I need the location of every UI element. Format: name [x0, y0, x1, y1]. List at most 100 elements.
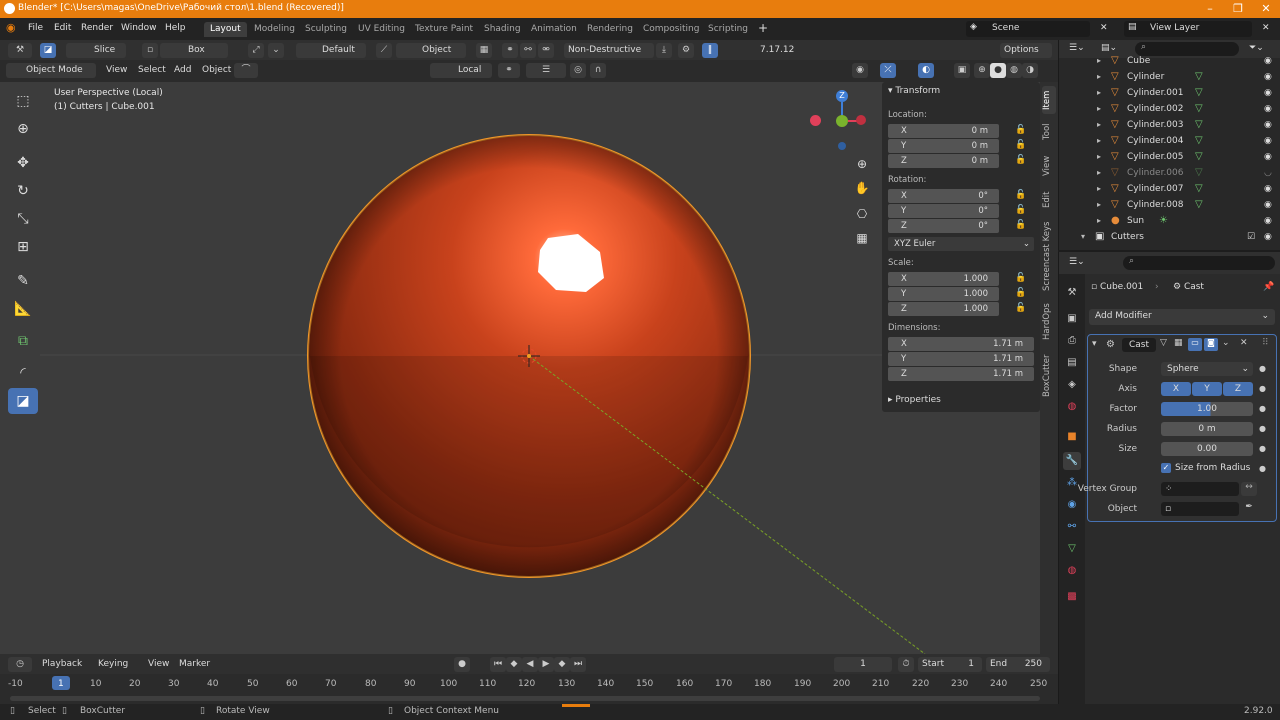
- clock-icon[interactable]: ◷: [8, 657, 32, 672]
- axis-x-toggle[interactable]: X: [1161, 382, 1191, 396]
- properties-panel-title[interactable]: ▸ Properties: [888, 395, 941, 405]
- tab-scripting[interactable]: Scripting: [702, 22, 754, 37]
- animate-dot-icon[interactable]: ●: [1259, 424, 1266, 433]
- tab-layout[interactable]: Layout: [204, 22, 247, 37]
- menu-playback[interactable]: Playback: [38, 657, 86, 672]
- list-item[interactable]: ▸ ▽ Cylinder.001 ▽ ◉: [1059, 86, 1280, 102]
- material-tab-icon[interactable]: ◍: [1063, 562, 1081, 580]
- list-item[interactable]: ▸ ▽ Cylinder.002 ▽ ◉: [1059, 102, 1280, 118]
- tab-modeling[interactable]: Modeling: [248, 22, 301, 37]
- tab-boxcutter[interactable]: BoxCutter: [1042, 352, 1056, 400]
- jump-end-icon[interactable]: ⏭: [570, 657, 586, 672]
- shape-selector[interactable]: Sphere ⌄: [1161, 362, 1253, 376]
- rotation-y-field[interactable]: Y 0°: [888, 204, 999, 218]
- tab-hardops[interactable]: HardOps: [1042, 300, 1056, 344]
- select-box-icon[interactable]: ⬚: [8, 88, 38, 114]
- animate-dot-icon[interactable]: ●: [1259, 444, 1266, 453]
- list-item[interactable]: ▸ ▽ Cube ◉: [1059, 54, 1280, 70]
- tab-edit[interactable]: Edit: [1042, 188, 1056, 212]
- record-icon[interactable]: ●: [454, 657, 470, 672]
- scene-selector[interactable]: Scene: [966, 21, 1090, 37]
- add-modifier-button[interactable]: Add Modifier ⌄: [1089, 309, 1275, 325]
- menu-render[interactable]: Render: [81, 23, 113, 33]
- annotate-icon[interactable]: ✎: [8, 268, 38, 294]
- output-tab-icon[interactable]: ⎙: [1063, 332, 1081, 350]
- end-frame-field[interactable]: End 250: [986, 657, 1050, 672]
- collapse-arrow-icon[interactable]: ▾: [1092, 339, 1097, 349]
- gizmo-x-positive[interactable]: [856, 115, 866, 125]
- menu-window[interactable]: Window: [121, 23, 157, 33]
- object-field[interactable]: ▫: [1161, 502, 1239, 516]
- tab-rendering[interactable]: Rendering: [581, 22, 639, 37]
- menu-help[interactable]: Help: [165, 23, 186, 33]
- eyedropper-icon[interactable]: ✒: [1241, 502, 1257, 516]
- list-item[interactable]: ▸ ▽ Cylinder.005 ▽ ◉: [1059, 150, 1280, 166]
- lock-icon[interactable]: 🔓: [1015, 155, 1026, 165]
- lasso-icon[interactable]: ⌒: [234, 63, 258, 78]
- orientation-selector[interactable]: Default: [296, 43, 366, 58]
- gizmo-x-axis[interactable]: [810, 115, 821, 126]
- add-cube-icon[interactable]: ⧉: [8, 328, 38, 354]
- tab-compositing[interactable]: Compositing: [637, 22, 705, 37]
- boxcutter-icon[interactable]: ◪: [8, 388, 38, 414]
- options-dropdown[interactable]: Options: [1000, 43, 1052, 58]
- editor-type-icon[interactable]: ⚒: [8, 43, 32, 58]
- list-item[interactable]: ▸ ▽ Cylinder.003 ▽ ◉: [1059, 118, 1280, 134]
- list-item[interactable]: ▸ ▽ Cylinder.007 ▽ ◉: [1059, 182, 1280, 198]
- transform-orientation-selector[interactable]: Local: [430, 63, 492, 78]
- menu-select[interactable]: Select: [134, 63, 170, 78]
- lock-icon[interactable]: 🔓: [1015, 140, 1026, 150]
- lock-icon[interactable]: 🔓: [1015, 205, 1026, 215]
- hops-icon[interactable]: ◜: [8, 360, 38, 386]
- grid-view-icon[interactable]: ▦: [852, 228, 872, 248]
- download-icon[interactable]: ⤓: [656, 43, 672, 58]
- current-frame-field[interactable]: 1: [834, 657, 892, 672]
- chain-broken-icon[interactable]: ⚮: [538, 43, 554, 58]
- animate-dot-icon[interactable]: ●: [1259, 404, 1266, 413]
- start-frame-field[interactable]: Start 1: [918, 657, 982, 672]
- lock-icon[interactable]: 🔓: [1015, 125, 1026, 135]
- mode-selector[interactable]: Object: [396, 43, 466, 58]
- tab-item[interactable]: Item: [1042, 86, 1056, 114]
- pause-icon[interactable]: ‖: [702, 43, 718, 58]
- menu-object[interactable]: Object: [198, 63, 235, 78]
- factor-slider[interactable]: 1.00: [1161, 402, 1253, 416]
- add-workspace-button[interactable]: +: [758, 21, 768, 35]
- menu-file[interactable]: File: [28, 23, 43, 33]
- blender-menu-icon[interactable]: ◉: [6, 21, 16, 34]
- dimensions-x-field[interactable]: X 1.71 m: [888, 337, 1034, 351]
- gizmo-neg-z[interactable]: [838, 142, 846, 150]
- animate-dot-icon[interactable]: ●: [1259, 364, 1266, 373]
- vertex-group-field[interactable]: ⁘: [1161, 482, 1239, 496]
- list-item[interactable]: ▸ ▽ Cylinder.008 ▽ ◉: [1059, 198, 1280, 214]
- gizmo-y-axis[interactable]: [836, 115, 848, 127]
- dimensions-z-field[interactable]: Z 1.71 m: [888, 367, 1034, 381]
- falloff-icon[interactable]: ∩: [590, 63, 606, 78]
- constraints-tab-icon[interactable]: ⚯: [1063, 518, 1081, 536]
- settings-gear-icon[interactable]: ⚙: [678, 43, 694, 58]
- list-item[interactable]: ▸ ● Sun ☀ ◉: [1059, 214, 1280, 230]
- move-icon[interactable]: ✥: [8, 150, 38, 176]
- axis-z-toggle[interactable]: Z: [1223, 382, 1253, 396]
- texture-tab-icon[interactable]: ▩: [1063, 588, 1081, 606]
- modifier-name-field[interactable]: Cast: [1122, 338, 1156, 352]
- stopwatch-icon[interactable]: ⏱: [898, 657, 914, 672]
- pivot-icon[interactable]: ⚭: [498, 63, 520, 78]
- measure-icon[interactable]: 📐: [8, 296, 38, 322]
- axis-y-toggle[interactable]: Y: [1192, 382, 1222, 396]
- invert-icon[interactable]: ↔: [1241, 482, 1257, 496]
- transform-icon[interactable]: ⊞: [8, 234, 38, 260]
- tab-view[interactable]: View: [1042, 152, 1056, 180]
- shape-cube-icon[interactable]: ▫: [142, 43, 158, 58]
- chevron-down-icon[interactable]: ⌄: [268, 43, 284, 58]
- play-icon[interactable]: ▶: [538, 657, 554, 672]
- minimize-button[interactable]: –: [1196, 0, 1224, 18]
- scene-remove-icon[interactable]: ✕: [1100, 23, 1108, 33]
- rotation-mode-selector[interactable]: XYZ Euler ⌄: [888, 237, 1034, 251]
- shading-material-icon[interactable]: ◍: [1006, 63, 1022, 78]
- render-display-icon[interactable]: ◙: [1204, 338, 1218, 351]
- camera-icon[interactable]: ⎔: [852, 204, 872, 224]
- edit-mode-icon[interactable]: ▽: [1160, 338, 1167, 348]
- list-item[interactable]: ▸ ▽ Cylinder ▽ ◉: [1059, 70, 1280, 86]
- transform-panel-title[interactable]: ▾ Transform: [888, 86, 940, 96]
